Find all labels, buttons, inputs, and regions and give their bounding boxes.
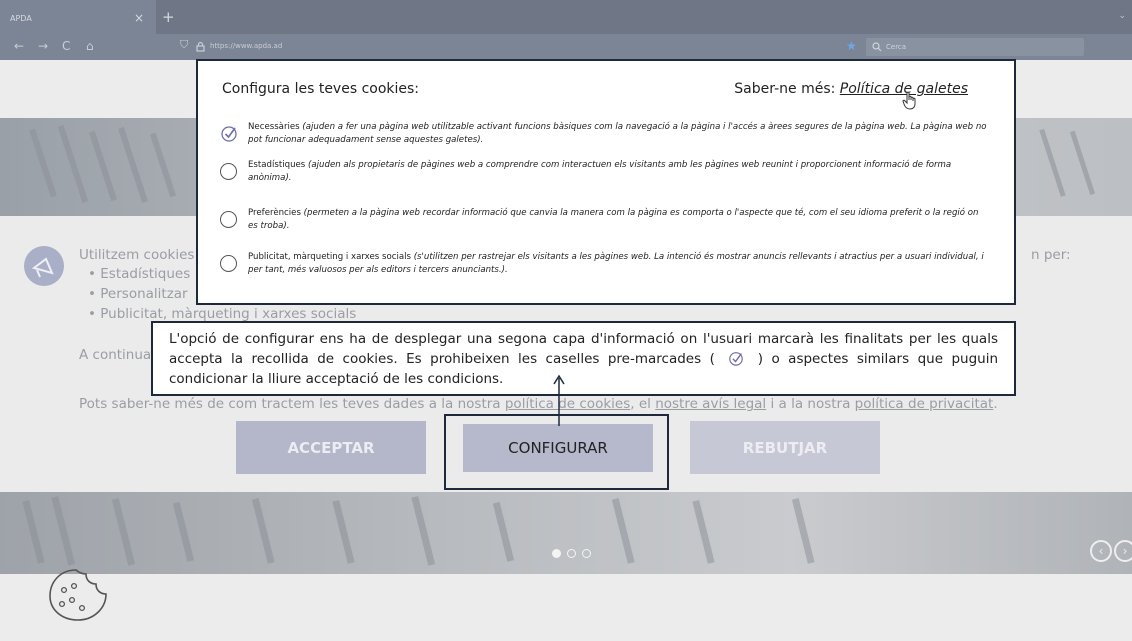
search-input[interactable]: Cerca — [866, 38, 1084, 56]
home-icon[interactable]: ⌂ — [86, 39, 94, 53]
cookie-settings-dialog: Configura les teves cookies: Saber-ne mé… — [196, 59, 1016, 305]
tab-bar: APDA × + ⌄ — [0, 0, 1132, 34]
radio-unchecked-icon[interactable] — [220, 255, 237, 272]
option-text: Necessàries (ajuden a fer una pàgina web… — [248, 122, 987, 145]
reject-button[interactable]: REBUTJAR — [690, 421, 880, 474]
accept-button[interactable]: ACCEPTAR — [236, 421, 426, 474]
browser-tab[interactable]: APDA × — [0, 0, 156, 34]
carousel-prev-icon[interactable]: ‹ — [1090, 540, 1112, 562]
carousel-dot[interactable] — [567, 549, 576, 558]
privacy-policy-link[interactable]: política de privacitat — [855, 396, 994, 412]
banner-intro: Utilitzem cookies a — [79, 247, 207, 263]
radio-unchecked-icon[interactable] — [220, 163, 237, 180]
close-tab-icon[interactable]: × — [134, 11, 144, 25]
arrow-up-icon — [553, 374, 565, 426]
annotation-note: L'opció de configurar ens ha de desplega… — [151, 321, 1016, 396]
forward-icon[interactable]: → — [38, 39, 48, 53]
chevron-down-icon[interactable]: ⌄ — [1118, 11, 1126, 21]
banner-intro-end: n per: — [1031, 247, 1071, 263]
option-text: Publicitat, màrqueting i xarxes socials … — [248, 252, 984, 275]
radio-unchecked-icon[interactable] — [220, 211, 237, 228]
image-carousel — [0, 492, 1132, 574]
banner-more-info: Pots saber-ne més de com tractem les tev… — [79, 396, 998, 412]
carousel-next-icon[interactable]: › — [1114, 540, 1132, 562]
banner-bullet: • Publicitat, màrqueting i xarxes social… — [88, 306, 357, 322]
checked-icon — [729, 352, 744, 366]
reload-icon[interactable]: C — [62, 39, 70, 53]
hand-pointer-icon — [902, 91, 916, 110]
address-bar[interactable]: ⛉ https://www.apda.ad — [180, 38, 860, 56]
option-text: Preferències (permeten a la pàgina web r… — [248, 208, 979, 231]
banner-continue: A continua — [79, 347, 152, 363]
search-placeholder: Cerca — [886, 43, 907, 51]
banner-bullet: • Estadístiques — [88, 266, 191, 282]
url-text: https://www.apda.ad — [210, 42, 283, 50]
tab-title: APDA — [10, 14, 32, 23]
carousel-dot[interactable] — [582, 549, 591, 558]
megaphone-icon — [24, 246, 64, 286]
checked-icon[interactable] — [220, 124, 238, 142]
legal-notice-link[interactable]: nostre avís legal — [655, 396, 766, 412]
shield-icon: ⛉ — [180, 38, 189, 51]
new-tab-icon[interactable]: + — [162, 8, 175, 26]
lock-icon — [196, 41, 205, 52]
navigation-bar: ← → C ⌂ ⛉ https://www.apda.ad ★ Cerca — [0, 34, 1132, 60]
option-text: Estadístiques (ajuden als propietaris de… — [248, 160, 952, 183]
back-icon[interactable]: ← — [14, 39, 24, 53]
bookmark-star-icon[interactable]: ★ — [846, 39, 857, 53]
cookie-icon[interactable] — [46, 566, 110, 624]
search-icon — [872, 42, 882, 52]
dialog-more-info: Saber-ne més: Política de galetes — [734, 81, 968, 97]
carousel-pattern — [22, 496, 815, 566]
cookie-policy-link[interactable]: política de cookies — [505, 396, 630, 412]
banner-bullet: • Personalitzar — [88, 286, 188, 302]
carousel-dot-active[interactable] — [552, 549, 561, 558]
dialog-title: Configura les teves cookies: — [222, 81, 420, 97]
